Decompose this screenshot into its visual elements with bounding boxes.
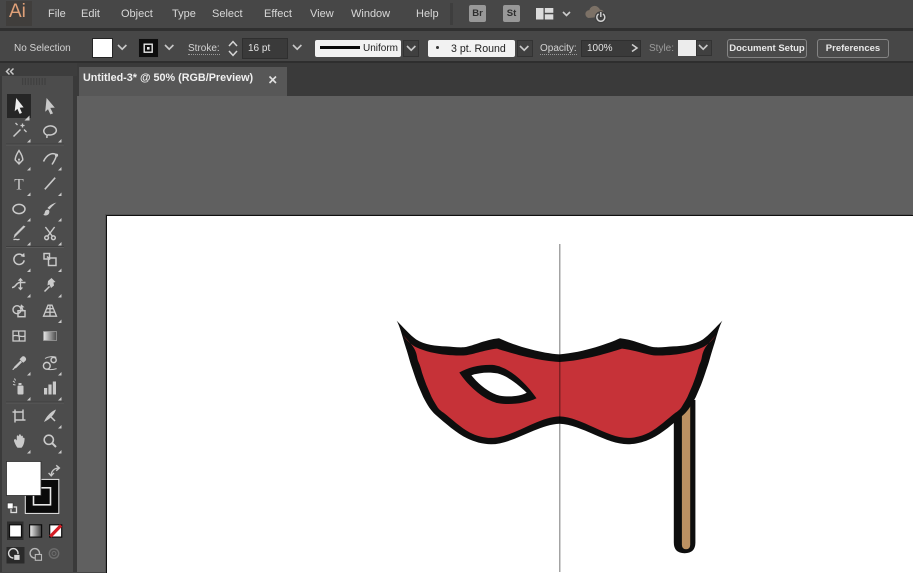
svg-text:T: T bbox=[14, 176, 24, 193]
